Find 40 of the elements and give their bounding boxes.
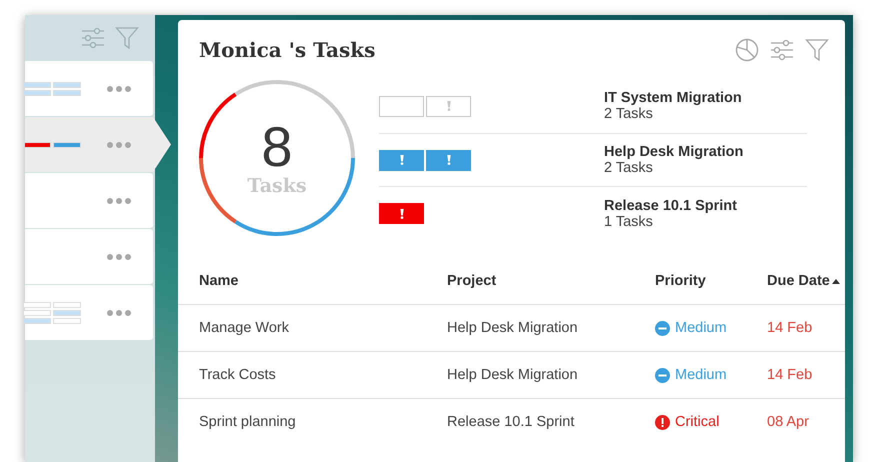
- column-header[interactable]: Due Date: [767, 273, 845, 289]
- project-task-count: 2 Tasks: [604, 160, 654, 176]
- table-cell-text: Manage Work: [199, 320, 290, 336]
- priority-label: Medium: [675, 367, 727, 383]
- column-header[interactable]: Project: [447, 273, 655, 289]
- due-date: 14 Feb: [767, 320, 814, 336]
- due-date: 08 Apr: [767, 414, 810, 430]
- table-cell-text: Track Costs: [199, 367, 277, 383]
- project-name: Release 10.1 Sprint: [604, 198, 737, 214]
- filter-icon[interactable]: [115, 26, 139, 50]
- sort-up-icon: [832, 278, 840, 284]
- exclamation-icon: [446, 101, 450, 112]
- priority-label: Critical: [675, 414, 720, 430]
- list-row[interactable]: [25, 117, 171, 172]
- more-icon[interactable]: [107, 86, 131, 92]
- exclamation-icon: [400, 208, 404, 219]
- more-icon[interactable]: [107, 254, 131, 260]
- task-count: 8: [261, 119, 293, 175]
- due-date: 14 Feb: [767, 367, 814, 383]
- more-icon[interactable]: [107, 198, 131, 204]
- exclamation-icon: [400, 155, 404, 165]
- sliders-icon[interactable]: [81, 27, 105, 49]
- table-cell-text: Release 10.1 Sprint: [447, 414, 576, 430]
- card-title: Monica 's Tasks: [199, 38, 376, 62]
- column-header[interactable]: Priority: [655, 273, 767, 289]
- filter-icon[interactable]: [805, 38, 829, 62]
- column-header[interactable]: Name: [199, 273, 447, 289]
- project-task-count: 2 Tasks: [604, 106, 654, 122]
- table-cell-text: Help Desk Migration: [447, 367, 579, 383]
- sliders-icon[interactable]: [770, 39, 794, 61]
- table-cell-text: Help Desk Migration: [447, 320, 579, 336]
- exclamation-icon: [446, 155, 450, 165]
- project-name: IT System Migration: [604, 90, 742, 106]
- project-task-count: 1 Tasks: [604, 214, 654, 230]
- more-icon[interactable]: [107, 310, 131, 316]
- pie-chart-icon[interactable]: [735, 38, 759, 62]
- project-name: Help Desk Migration: [604, 144, 744, 160]
- more-icon[interactable]: [107, 142, 131, 148]
- priority-label: Medium: [675, 320, 727, 336]
- table-cell-text: Sprint planning: [199, 414, 297, 430]
